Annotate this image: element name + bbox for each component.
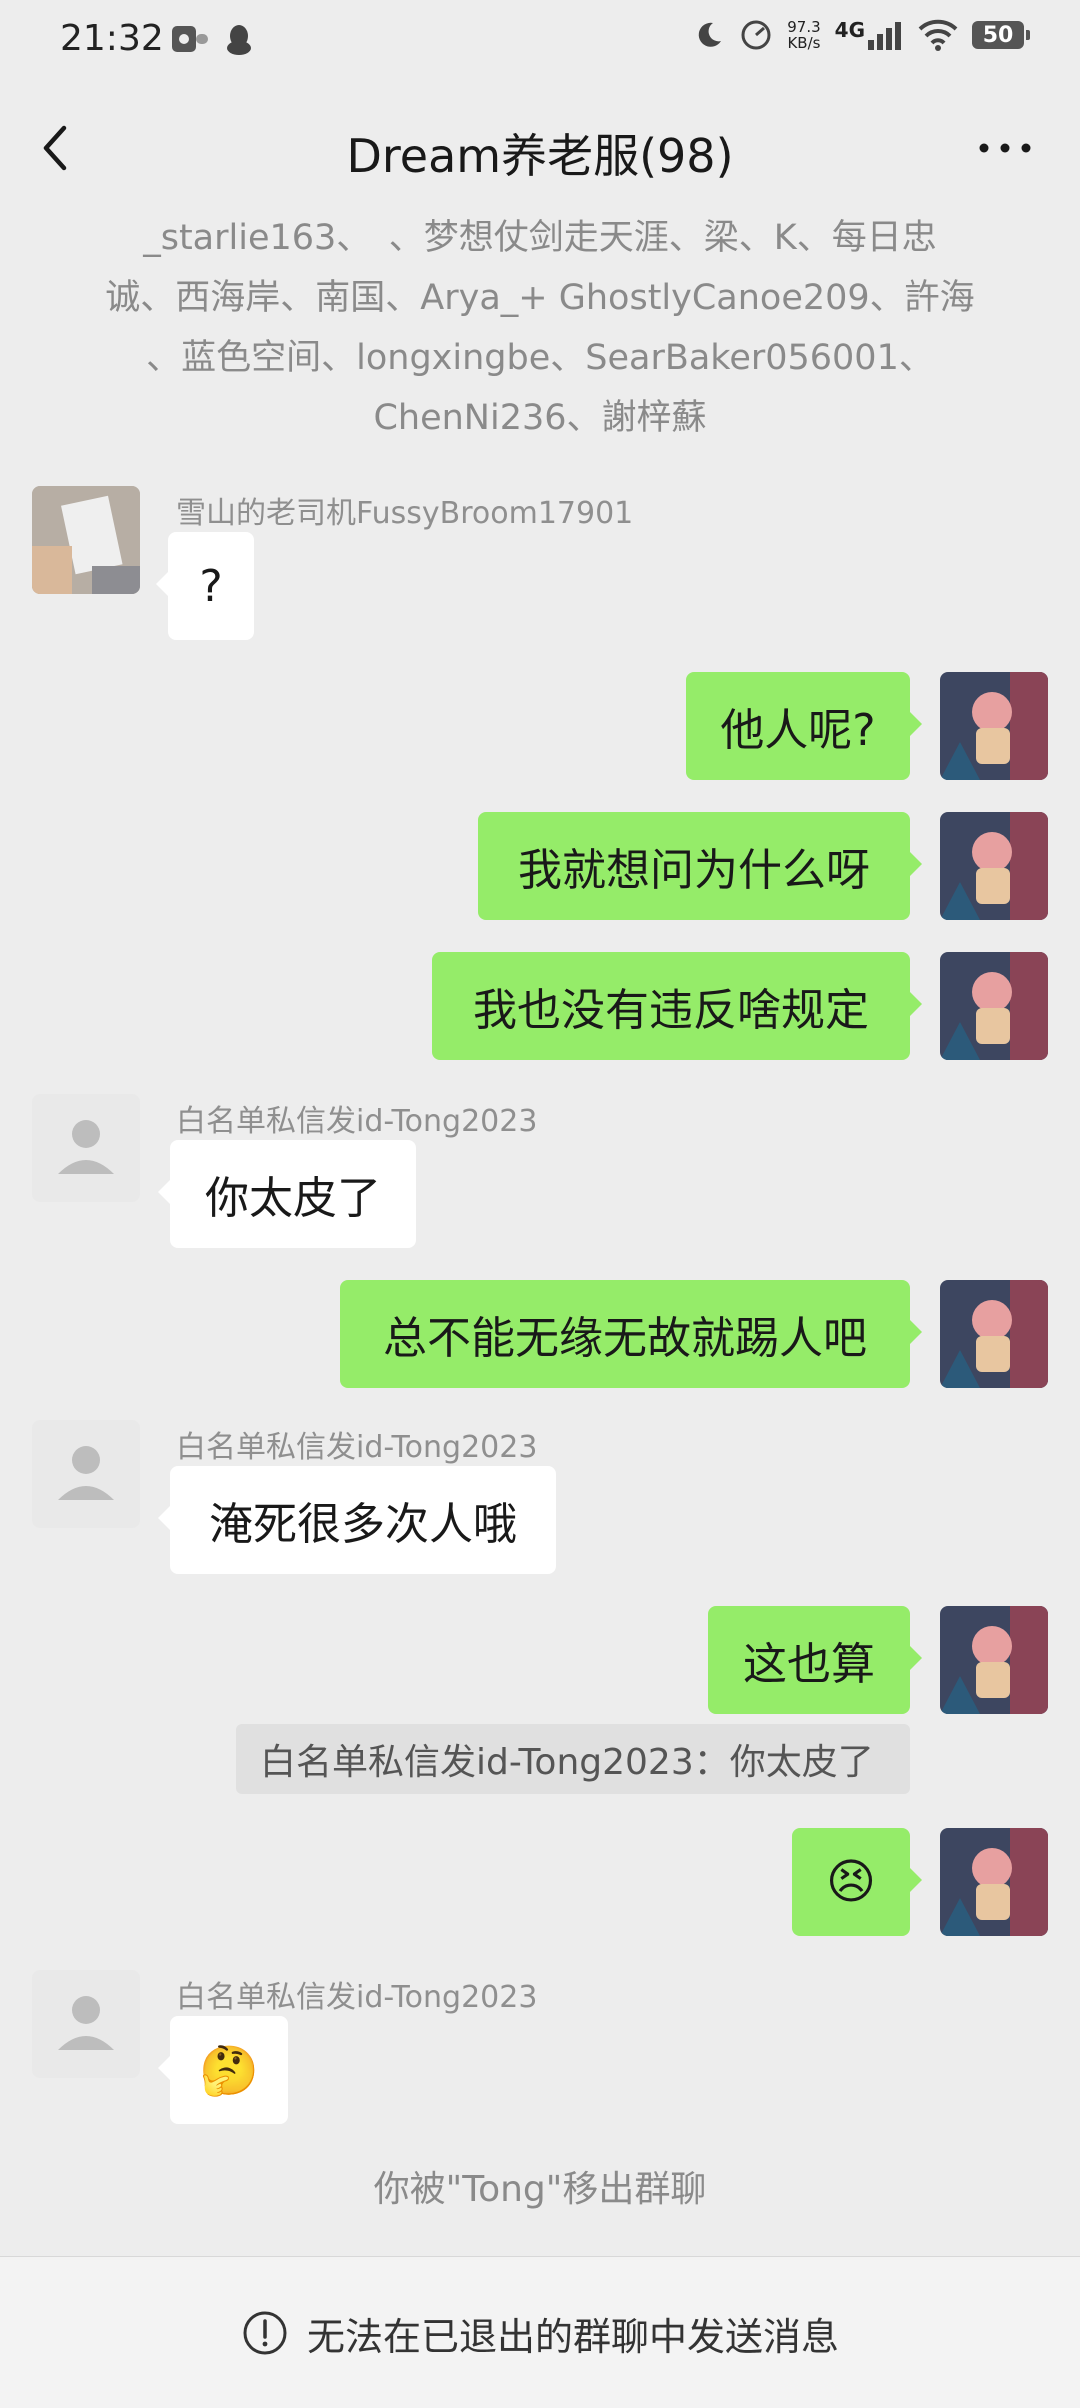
message-bubble-incoming[interactable]: ? xyxy=(156,532,254,640)
member-line: _starlie163、 、梦想仗剑走天涯、梁、K、每日忠 xyxy=(143,218,937,258)
emoji-thinking-face: 🤔 xyxy=(199,2042,259,2099)
avatar[interactable] xyxy=(32,486,140,594)
message-text: 他人呢? xyxy=(720,705,876,756)
chat-header: Dream养老服(98) xyxy=(0,84,1080,212)
message-bubble-outgoing[interactable]: 我就想问为什么呀 xyxy=(478,812,922,920)
system-message: 你被"Tong"移出群聊 xyxy=(373,2169,707,2210)
person-placeholder-icon xyxy=(58,1120,114,1174)
avatar-default[interactable] xyxy=(32,1970,140,2078)
member-list-notice: _starlie163、 、梦想仗剑走天涯、梁、K、每日忠 诚、西海岸、南国、A… xyxy=(90,208,990,448)
status-left-icons xyxy=(170,22,254,58)
message-bubble-outgoing[interactable]: 他人呢? xyxy=(686,672,922,780)
message-text: 总不能无缘无故就踢人吧 xyxy=(383,1313,867,1364)
avatar-self[interactable] xyxy=(940,1828,1048,1936)
avatar-self[interactable] xyxy=(940,812,1048,920)
person-placeholder-icon xyxy=(58,1996,114,2050)
message-bubble-outgoing[interactable]: 总不能无缘无故就踢人吧 xyxy=(340,1280,922,1388)
cannot-send-notice: 无法在已退出的群聊中发送消息 xyxy=(306,2314,839,2359)
avatar-self[interactable] xyxy=(940,952,1048,1060)
message-bubble-outgoing[interactable]: 这也算 xyxy=(708,1606,922,1714)
anime-avatar-image xyxy=(940,1606,1048,1714)
message-bubble-incoming[interactable]: 你太皮了 xyxy=(158,1140,416,1248)
network-speed-unit: KB/s xyxy=(787,34,821,52)
app-notification-icon xyxy=(172,26,208,52)
emoji-persevering-face: 😣 xyxy=(825,1854,877,1910)
avatar-default[interactable] xyxy=(32,1094,140,1202)
sender-name: 白名单私信发id-Tong2023 xyxy=(176,1980,538,2015)
disabled-input-bar: 无法在已退出的群聊中发送消息 xyxy=(0,2256,1080,2408)
anime-avatar-image xyxy=(940,952,1048,1060)
anime-avatar-image xyxy=(940,1828,1048,1936)
status-right-icons: 97.3 KB/s 4G 50 xyxy=(693,18,1030,52)
network-speed-value: 97.3 xyxy=(787,18,821,36)
avatar-self[interactable] xyxy=(940,1606,1048,1714)
speed-gauge-icon xyxy=(741,20,771,50)
message-bubble-outgoing[interactable]: 我也没有违反啥规定 xyxy=(432,952,922,1060)
chat-title: Dream养老服(98) xyxy=(346,129,734,183)
avatar-self[interactable] xyxy=(940,1280,1048,1388)
anime-avatar-image xyxy=(940,672,1048,780)
quoted-message[interactable]: 白名单私信发id-Tong2023：你太皮了 xyxy=(236,1724,910,1794)
member-line: ChenNi236、謝梓蘇 xyxy=(373,398,707,438)
cell-signal-icon xyxy=(868,22,901,50)
message-bubble-incoming[interactable]: 🤔 xyxy=(158,2016,288,2124)
member-line: 诚、西海岸、南国、Arya_+ GhostlyCanoe209、許海 xyxy=(105,278,975,318)
message-text: 淹死很多次人哦 xyxy=(209,1499,517,1550)
status-time: 21:32 xyxy=(60,18,164,59)
avatar-default[interactable] xyxy=(32,1420,140,1528)
anime-avatar-image xyxy=(940,812,1048,920)
network-type: 4G xyxy=(834,18,865,42)
message-text: 我也没有违反啥规定 xyxy=(473,985,869,1036)
network-speed: 97.3 KB/s xyxy=(787,19,820,51)
chat-screen: 21:32 97.3 KB/s 4G 50 Dream养老服(98) _star… xyxy=(0,0,1080,2408)
message-text: ? xyxy=(199,560,223,612)
message-text: 你太皮了 xyxy=(205,1173,381,1224)
info-circle-icon xyxy=(243,2311,287,2355)
message-text: 这也算 xyxy=(743,1639,875,1690)
message-bubble-incoming[interactable]: 淹死很多次人哦 xyxy=(158,1466,556,1574)
photo-avatar-image xyxy=(32,486,140,594)
moon-icon xyxy=(698,22,722,47)
member-line: 、蓝色空间、longxingbe、SearBaker056001、 xyxy=(146,338,934,378)
quoted-text: 白名单私信发id-Tong2023：你太皮了 xyxy=(260,1742,874,1783)
sender-name: 白名单私信发id-Tong2023 xyxy=(176,1104,538,1139)
person-placeholder-icon xyxy=(58,1446,114,1500)
message-text: 我就想问为什么呀 xyxy=(518,845,870,896)
message-bubble-outgoing[interactable]: 😣 xyxy=(792,1828,922,1936)
sender-name: 雪山的老司机FussyBroom17901 xyxy=(176,496,634,531)
status-bar: 21:32 97.3 KB/s 4G 50 xyxy=(0,0,1080,84)
wifi-icon xyxy=(918,19,958,51)
more-dots-icon[interactable] xyxy=(970,118,1040,178)
qq-penguin-icon xyxy=(227,25,251,55)
avatar-self[interactable] xyxy=(940,672,1048,780)
sender-name: 白名单私信发id-Tong2023 xyxy=(176,1430,538,1465)
battery-indicator: 50 xyxy=(972,21,1030,49)
anime-avatar-image xyxy=(940,1280,1048,1388)
